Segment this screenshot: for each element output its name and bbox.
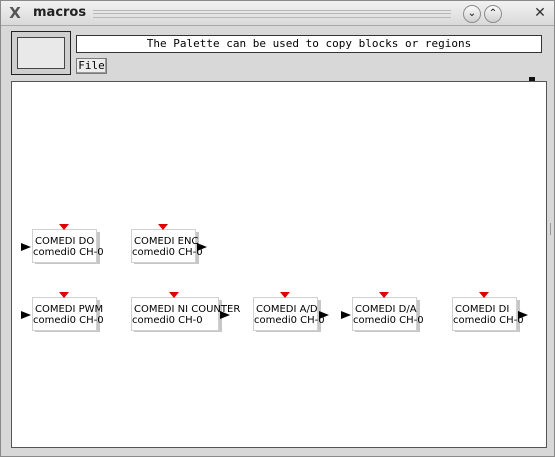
macros-window: X macros ⌄ ⌃ ✕ The Palette can be used t… [0, 0, 555, 457]
block-face: COMEDI ENC comedi0 CH-0 [131, 229, 203, 263]
close-button[interactable]: ✕ [531, 4, 549, 22]
block-title: COMEDI D/A [355, 304, 417, 315]
block-face: COMEDI DO comedi0 CH-0 [32, 229, 104, 263]
block-comedi-do[interactable]: COMEDI DO comedi0 CH-0 [21, 224, 104, 264]
output-port[interactable] [518, 311, 528, 319]
event-input-port[interactable] [158, 224, 168, 230]
palette-toolbar: The Palette can be used to copy blocks o… [9, 29, 546, 77]
output-port[interactable] [319, 311, 329, 319]
palette-canvas[interactable]: COMEDI DO comedi0 CH-0 COMEDI ENC comedi… [11, 81, 547, 448]
block-device: comedi0 CH-0 [33, 247, 104, 258]
block-face: COMEDI DI comedi0 CH-0 [452, 297, 524, 331]
block-device: comedi0 CH-0 [33, 315, 104, 326]
minimize-button[interactable]: ⌄ [463, 5, 481, 23]
input-port[interactable] [21, 243, 31, 251]
event-input-port[interactable] [59, 224, 69, 230]
block-comedi-ni-counter[interactable]: COMEDI NI COUNTER comedi0 CH-0 [131, 292, 240, 332]
status-message: The Palette can be used to copy blocks o… [76, 35, 542, 53]
block-face: COMEDI D/A comedi0 CH-0 [352, 297, 424, 331]
block-device: comedi0 CH-0 [353, 315, 424, 326]
window-title: macros [33, 5, 87, 20]
title-bar[interactable]: X macros ⌄ ⌃ ✕ [1, 1, 554, 26]
output-port[interactable] [197, 243, 207, 251]
input-port[interactable] [341, 311, 351, 319]
block-comedi-d-a[interactable]: COMEDI D/A comedi0 CH-0 [341, 292, 424, 332]
block-title: COMEDI A/D [256, 304, 318, 315]
block-title: COMEDI ENC [134, 236, 199, 247]
block-title: COMEDI PWM [35, 304, 104, 315]
event-input-port[interactable] [169, 292, 179, 298]
block-face: COMEDI A/D comedi0 CH-0 [253, 297, 325, 331]
block-device: comedi0 CH-0 [132, 247, 203, 258]
block-preview [11, 31, 71, 75]
block-comedi-enc[interactable]: COMEDI ENC comedi0 CH-0 [131, 224, 207, 264]
file-menu-button[interactable]: File [76, 58, 107, 74]
block-comedi-a-d[interactable]: COMEDI A/D comedi0 CH-0 [253, 292, 329, 332]
block-device: comedi0 CH-0 [453, 315, 524, 326]
event-input-port[interactable] [280, 292, 290, 298]
event-input-port[interactable] [379, 292, 389, 298]
title-bar-grip [93, 10, 451, 18]
window-resize-grip[interactable] [550, 223, 553, 235]
block-preview-inner [17, 37, 65, 69]
block-comedi-pwm[interactable]: COMEDI PWM comedi0 CH-0 [21, 292, 104, 332]
block-face: COMEDI PWM comedi0 CH-0 [32, 297, 104, 331]
block-title: COMEDI DI [455, 304, 510, 315]
block-comedi-di[interactable]: COMEDI DI comedi0 CH-0 [452, 292, 528, 332]
x-logo-icon[interactable]: X [7, 5, 23, 21]
block-face: COMEDI NI COUNTER comedi0 CH-0 [131, 297, 240, 331]
event-input-port[interactable] [59, 292, 69, 298]
output-port[interactable] [220, 311, 230, 319]
input-port[interactable] [21, 311, 31, 319]
event-input-port[interactable] [479, 292, 489, 298]
maximize-button[interactable]: ⌃ [484, 5, 502, 23]
block-title: COMEDI DO [35, 236, 95, 247]
block-device: comedi0 CH-0 [132, 315, 203, 326]
block-device: comedi0 CH-0 [254, 315, 325, 326]
